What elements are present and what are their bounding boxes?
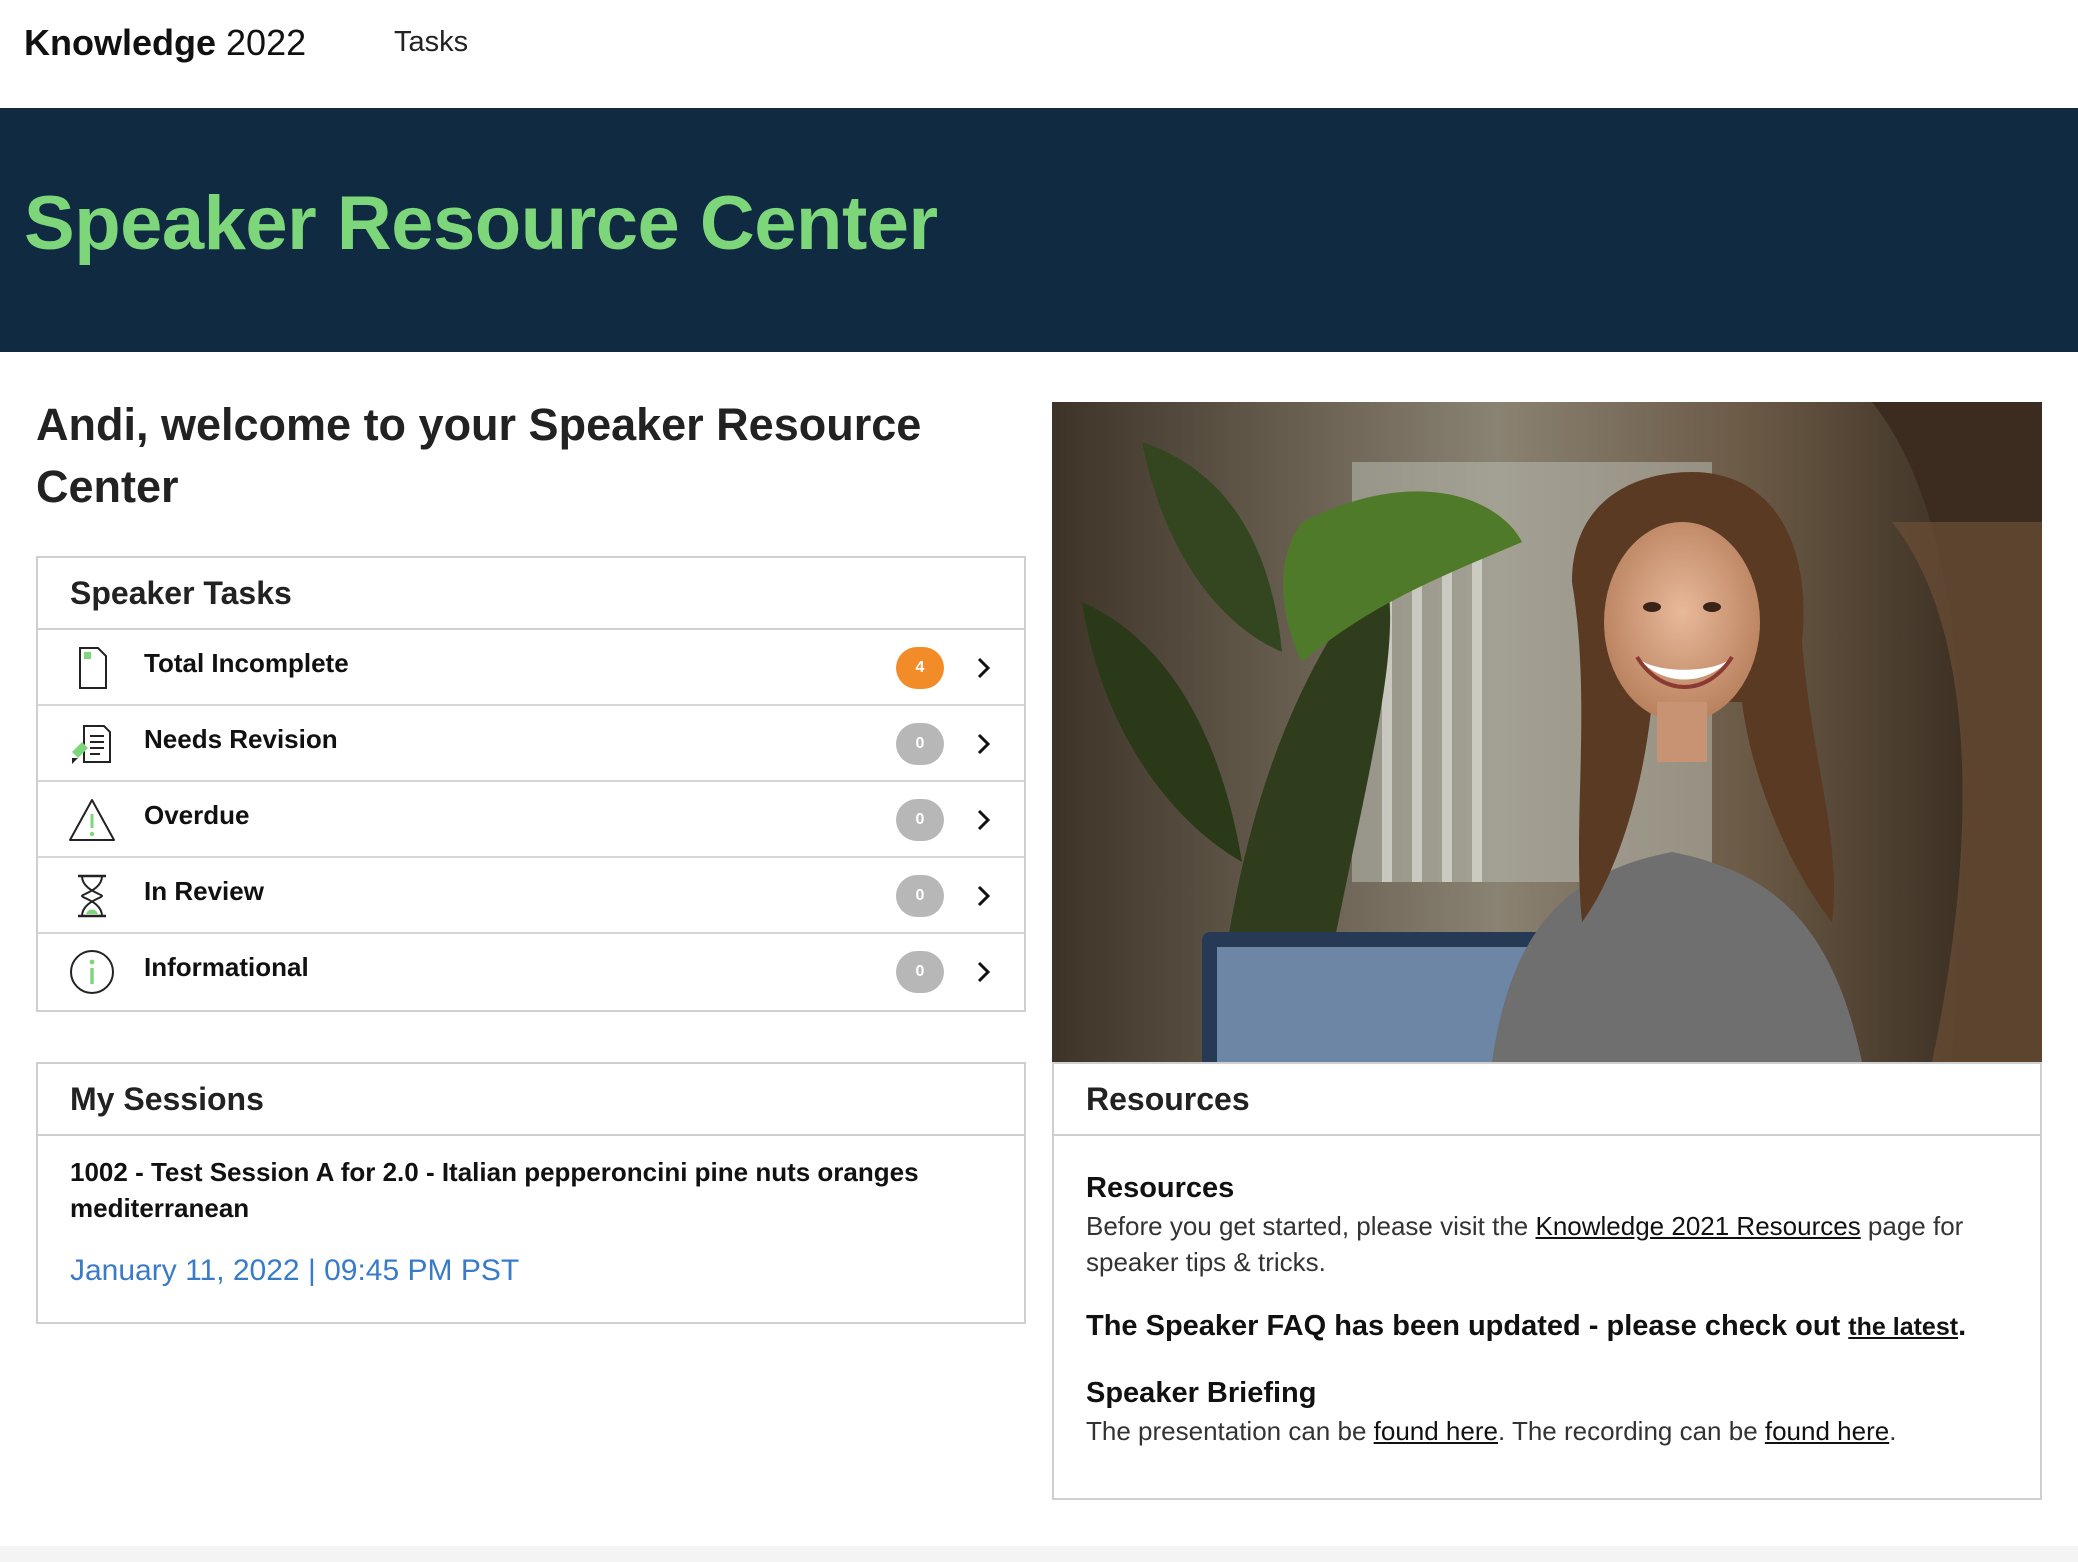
count-badge: 0: [896, 875, 944, 917]
brand-logo[interactable]: Knowledge 2022: [24, 22, 306, 64]
chevron-right-icon[interactable]: [966, 726, 1002, 762]
count-badge: 0: [896, 723, 944, 765]
my-sessions-card: My Sessions 1002 - Test Session A for 2.…: [36, 1062, 1026, 1324]
chevron-right-icon[interactable]: [966, 878, 1002, 914]
task-label: In Review: [144, 876, 264, 906]
task-label: Informational: [144, 952, 309, 982]
task-row-in-review[interactable]: In Review 0: [38, 858, 1024, 934]
task-label: Needs Revision: [144, 724, 338, 754]
task-label: Overdue: [144, 800, 250, 830]
task-row-needs-revision[interactable]: Needs Revision 0: [38, 706, 1024, 782]
presentation-link[interactable]: found here: [1374, 1416, 1498, 1446]
task-row-overdue[interactable]: Overdue 0: [38, 782, 1024, 858]
briefing-text: The presentation can be: [1086, 1416, 1374, 1446]
resources-body: Resources Before you get started, please…: [1086, 1168, 2006, 1449]
faq-text-end: .: [1958, 1310, 1967, 1342]
speaker-photo-illustration: [1052, 402, 2042, 1062]
hero-photo: [1052, 402, 2042, 1062]
task-label: Total Incomplete: [144, 648, 349, 678]
top-navigation: Knowledge 2022 Tasks: [0, 0, 2078, 108]
chevron-right-icon[interactable]: [966, 802, 1002, 838]
nav-link-tasks[interactable]: Tasks: [394, 26, 468, 59]
speaker-briefing-heading: Speaker Briefing: [1086, 1377, 1317, 1409]
task-row-informational[interactable]: Informational 0: [38, 934, 1024, 1010]
hero-banner: Speaker Resource Center: [0, 108, 2078, 352]
welcome-heading: Andi, welcome to your Speaker Resource C…: [36, 399, 922, 512]
brand-year: 2022: [226, 22, 307, 63]
resources-card: Resources Resources Before you get start…: [1052, 1062, 2042, 1500]
faq-notice: The Speaker FAQ has been updated - pleas…: [1086, 1306, 2006, 1347]
brand-name: Knowledge: [24, 22, 217, 63]
briefing-text: .: [1889, 1416, 1897, 1446]
faq-latest-link[interactable]: the latest: [1848, 1313, 1958, 1341]
revision-icon: [72, 725, 111, 764]
speaker-briefing-text: The presentation can be found here. The …: [1086, 1413, 2006, 1449]
warning-icon: [69, 799, 115, 841]
chevron-right-icon[interactable]: [966, 954, 1002, 990]
faq-text: The Speaker FAQ has been updated - pleas…: [1086, 1310, 1849, 1342]
chevron-right-icon[interactable]: [966, 650, 1002, 686]
recording-link[interactable]: found here: [1765, 1416, 1889, 1446]
resources-title: Resources: [1054, 1064, 2040, 1136]
my-sessions-title: My Sessions: [38, 1064, 1024, 1136]
resources-intro-text: Before you get started, please visit the…: [1086, 1208, 2006, 1280]
task-row-total-incomplete[interactable]: Total Incomplete 4: [38, 630, 1024, 706]
knowledge-resources-link[interactable]: Knowledge 2021 Resources: [1535, 1211, 1860, 1241]
footer-strip: [0, 1546, 2078, 1562]
resources-section-heading: Resources: [1086, 1172, 1235, 1204]
session-date: January 11, 2022 | 09:45 PM PST: [70, 1254, 520, 1287]
count-badge: 0: [896, 799, 944, 841]
resources-text: Before you get started, please visit the: [1086, 1211, 1536, 1241]
speaker-tasks-card: Speaker Tasks Total Incomplete 4 Needs R…: [36, 556, 1026, 1012]
briefing-text: . The recording can be: [1497, 1416, 1765, 1446]
count-badge: 4: [896, 647, 944, 689]
session-title[interactable]: 1002 - Test Session A for 2.0 - Italian …: [70, 1154, 970, 1226]
page-title: Speaker Resource Center: [24, 181, 938, 266]
hourglass-icon: [78, 874, 106, 918]
document-icon: [79, 647, 107, 689]
info-icon: [70, 950, 114, 994]
speaker-tasks-title: Speaker Tasks: [38, 558, 1024, 630]
count-badge: 0: [896, 951, 944, 993]
